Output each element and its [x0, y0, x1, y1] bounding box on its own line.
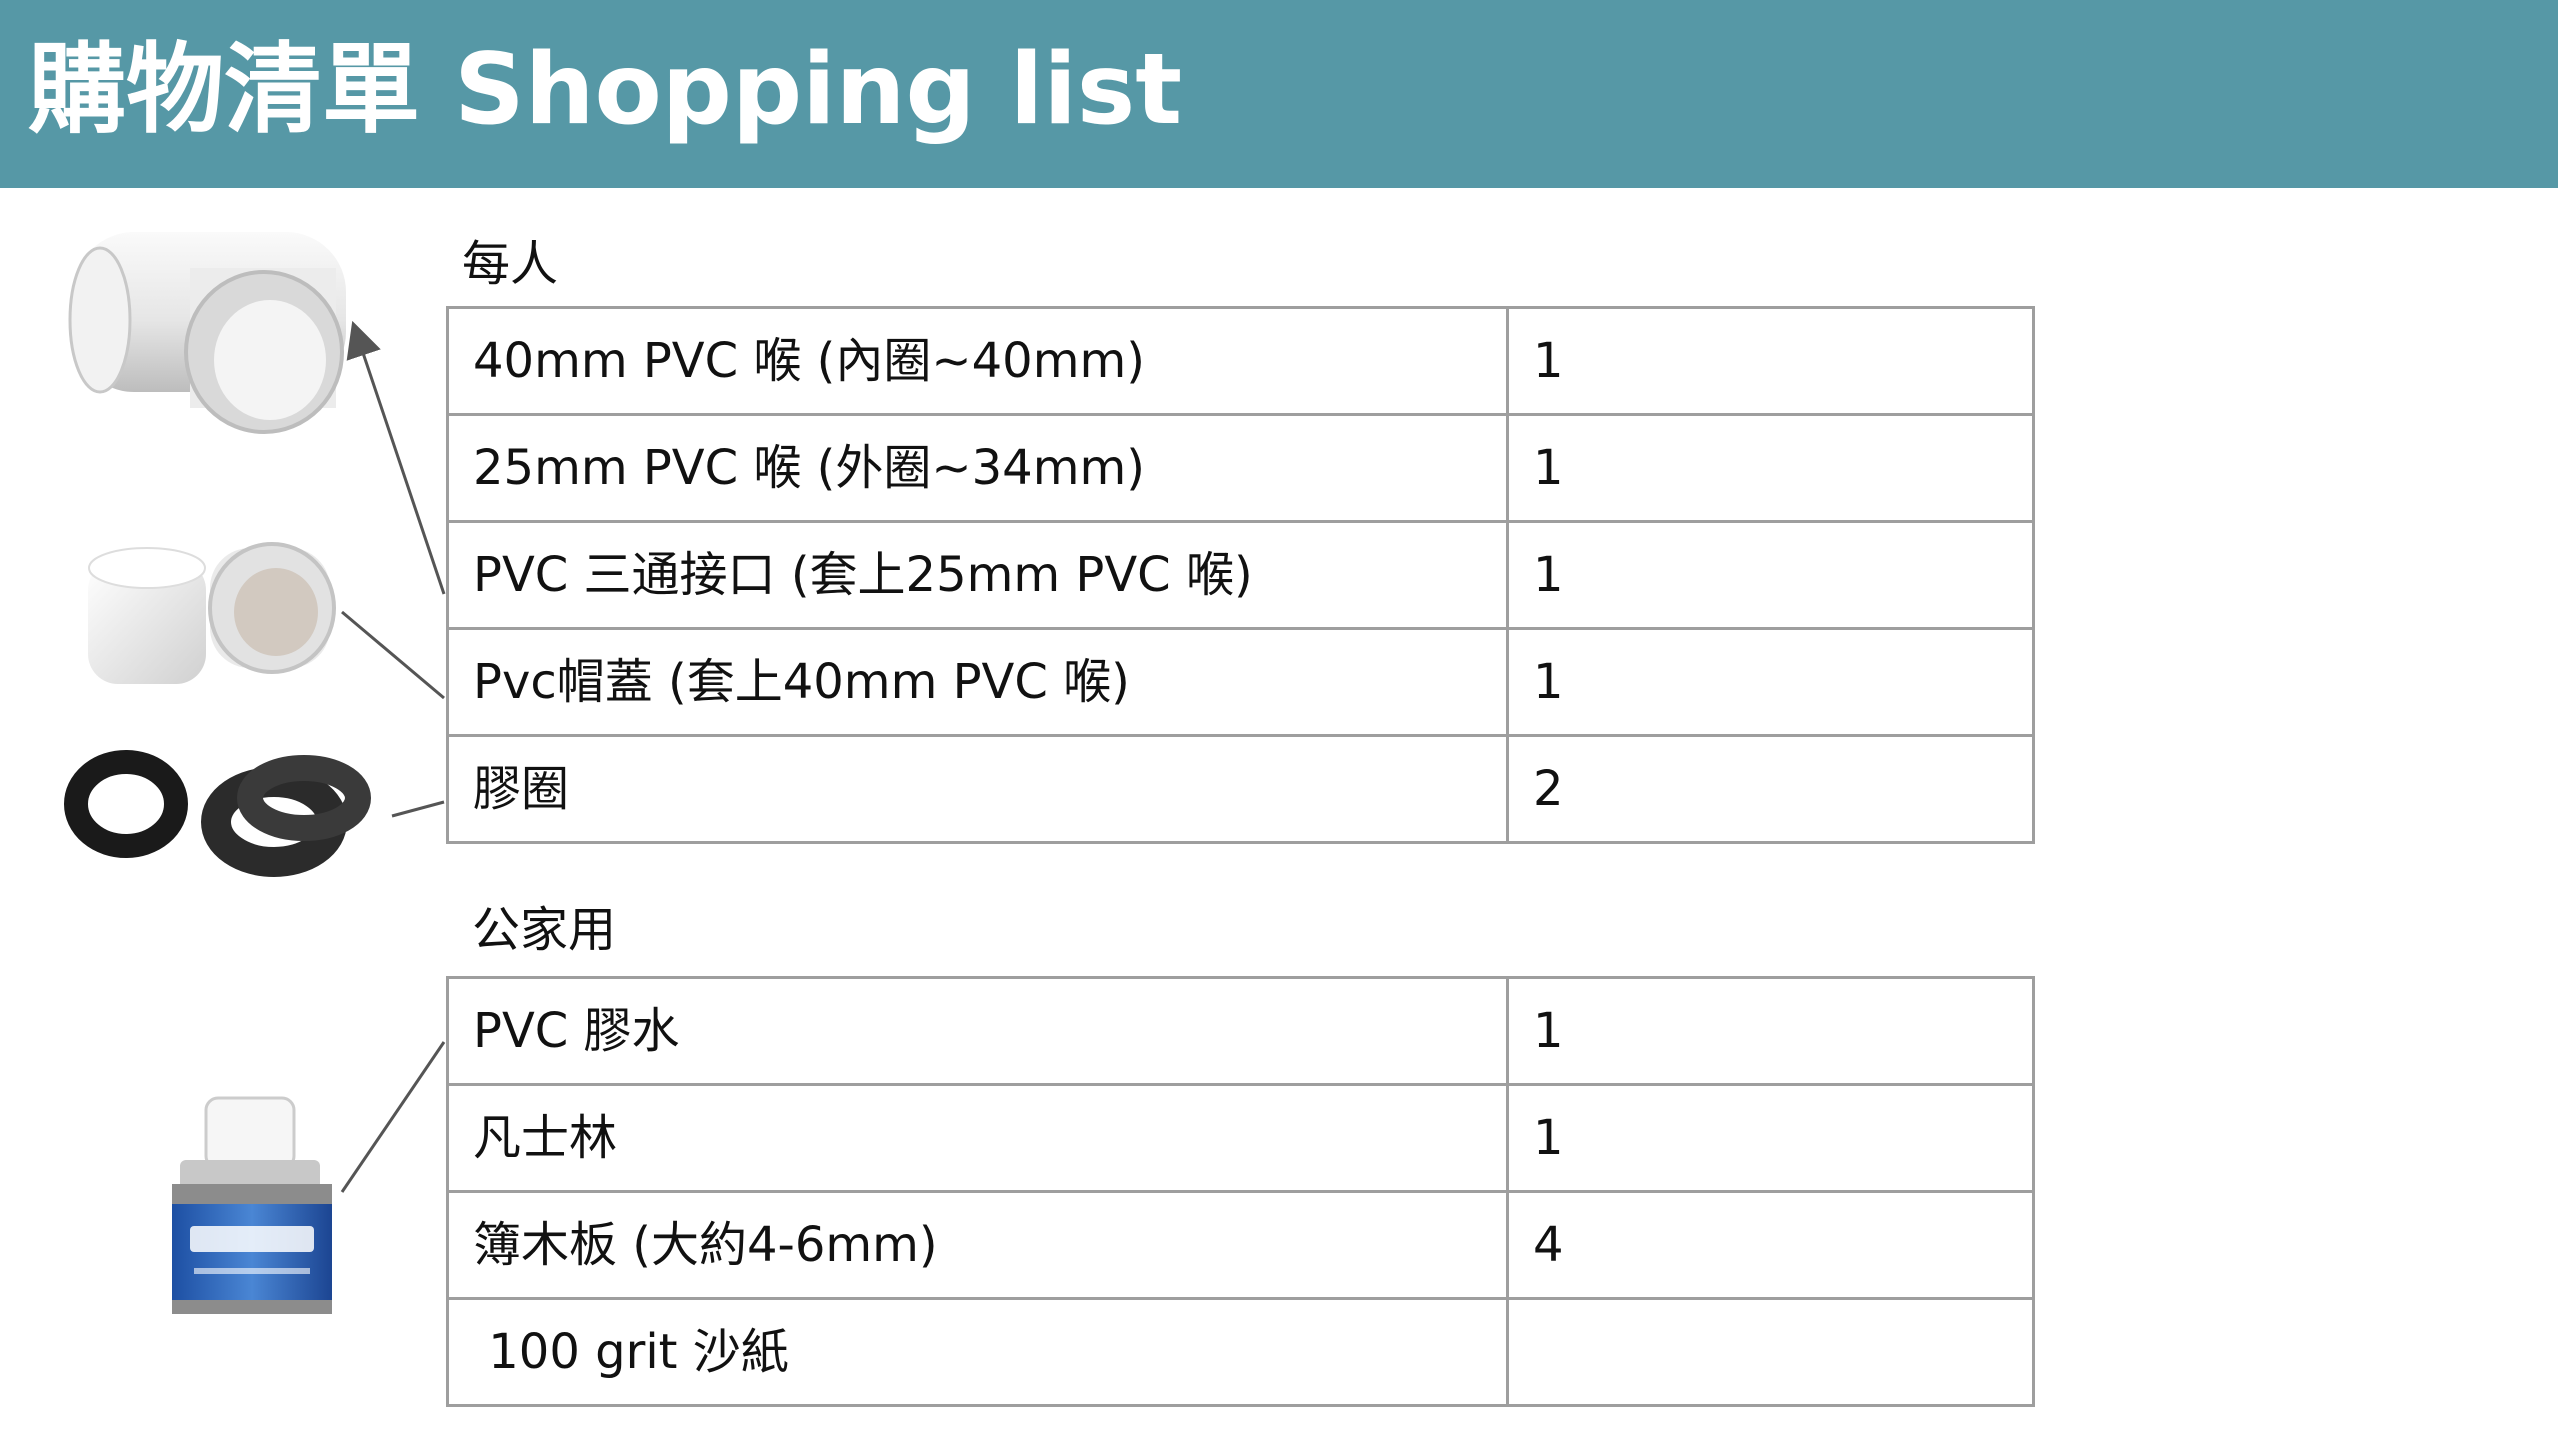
- connector-rings: [391, 800, 445, 818]
- table-row: Pvc帽蓋 (套上40mm PVC 喉) 1: [446, 627, 2035, 737]
- per-person-label: 每人: [462, 236, 559, 292]
- item-qty: 1: [1506, 413, 2035, 523]
- shared-table: PVC 膠水 1 凡士林 1 簿木板 (大約4-6mm) 4 100 grit …: [446, 976, 2035, 1407]
- item-qty: 4: [1506, 1190, 2035, 1300]
- item-qty: [1506, 1297, 2035, 1407]
- shared-label: 公家用: [472, 902, 617, 958]
- item-name: 簿木板 (大約4-6mm): [446, 1190, 1509, 1300]
- pvc-caps-icon: [88, 542, 336, 684]
- table-row: 凡士林 1: [446, 1083, 2035, 1193]
- item-qty: 2: [1506, 734, 2035, 844]
- item-qty: 1: [1506, 520, 2035, 630]
- pvc-glue-can-icon: [172, 1096, 332, 1314]
- item-name: 凡士林: [446, 1083, 1509, 1193]
- item-name: PVC 三通接口 (套上25mm PVC 喉): [446, 520, 1509, 630]
- item-name: Pvc帽蓋 (套上40mm PVC 喉): [446, 627, 1509, 737]
- item-qty: 1: [1506, 976, 2035, 1086]
- table-row: 簿木板 (大約4-6mm) 4: [446, 1190, 2035, 1300]
- table-row: 100 grit 沙紙: [446, 1297, 2035, 1407]
- connector-caps: [341, 610, 445, 700]
- table-row: 膠圈 2: [446, 734, 2035, 844]
- item-qty: 1: [1506, 1083, 2035, 1193]
- item-name: 40mm PVC 喉 (內圈~40mm): [446, 306, 1509, 416]
- item-name: PVC 膠水: [446, 976, 1509, 1086]
- pvc-tee-joint-icon: [68, 232, 346, 434]
- item-name: 25mm PVC 喉 (外圈~34mm): [446, 413, 1509, 523]
- connector-glue: [340, 1041, 446, 1193]
- table-row: 25mm PVC 喉 (外圈~34mm) 1: [446, 413, 2035, 523]
- item-name: 膠圈: [446, 734, 1509, 844]
- table-row: PVC 三通接口 (套上25mm PVC 喉) 1: [446, 520, 2035, 630]
- item-name: 100 grit 沙紙: [446, 1297, 1509, 1407]
- per-person-table: 40mm PVC 喉 (內圈~40mm) 1 25mm PVC 喉 (外圈~34…: [446, 306, 2035, 844]
- item-qty: 1: [1506, 306, 2035, 416]
- item-qty: 1: [1506, 627, 2035, 737]
- table-row: PVC 膠水 1: [446, 976, 2035, 1086]
- table-row: 40mm PVC 喉 (內圈~40mm) 1: [446, 306, 2035, 416]
- rubber-rings-icon: [64, 750, 371, 877]
- connector-tee: [346, 320, 446, 595]
